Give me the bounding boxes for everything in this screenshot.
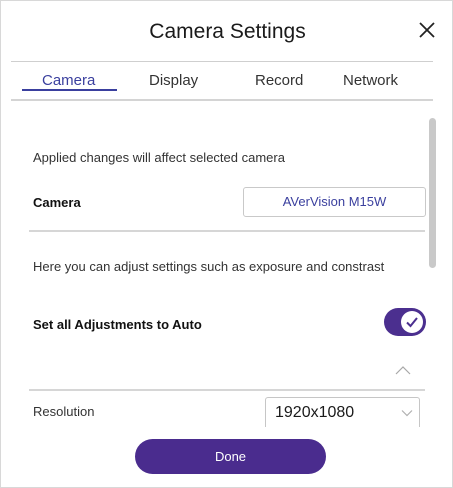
camera-settings-dialog: Camera Settings Camera Display Record Ne…	[0, 0, 453, 488]
chevron-up-icon[interactable]	[394, 363, 412, 375]
close-icon[interactable]	[412, 15, 442, 45]
tab-bar: Camera Display Record Network	[11, 61, 433, 101]
auto-adjust-toggle[interactable]	[384, 308, 426, 336]
checkmark-icon	[406, 317, 418, 328]
tab-network[interactable]: Network	[343, 72, 398, 89]
camera-info-text: Applied changes will affect selected cam…	[33, 150, 285, 165]
resolution-dropdown[interactable]: 1920x1080	[265, 397, 420, 427]
adjust-info-text: Here you can adjust settings such as exp…	[33, 259, 385, 274]
scrollbar[interactable]	[429, 118, 436, 421]
auto-adjust-label: Set all Adjustments to Auto	[33, 317, 202, 332]
tab-record[interactable]: Record	[255, 72, 303, 89]
done-button[interactable]: Done	[135, 439, 326, 474]
section-divider	[29, 389, 425, 391]
dialog-title: Camera Settings	[149, 20, 306, 43]
resolution-label: Resolution	[33, 404, 95, 419]
camera-label: Camera	[33, 195, 81, 210]
scrollbar-thumb[interactable]	[429, 118, 436, 268]
active-tab-indicator	[22, 89, 117, 91]
camera-select-button[interactable]: AVerVision M15W	[243, 187, 426, 217]
resolution-value: 1920x1080	[275, 404, 355, 421]
tab-display[interactable]: Display	[149, 72, 198, 89]
tab-camera[interactable]: Camera	[42, 72, 95, 89]
toggle-knob	[401, 311, 423, 333]
section-divider	[29, 230, 425, 232]
chevron-down-icon	[401, 410, 413, 417]
